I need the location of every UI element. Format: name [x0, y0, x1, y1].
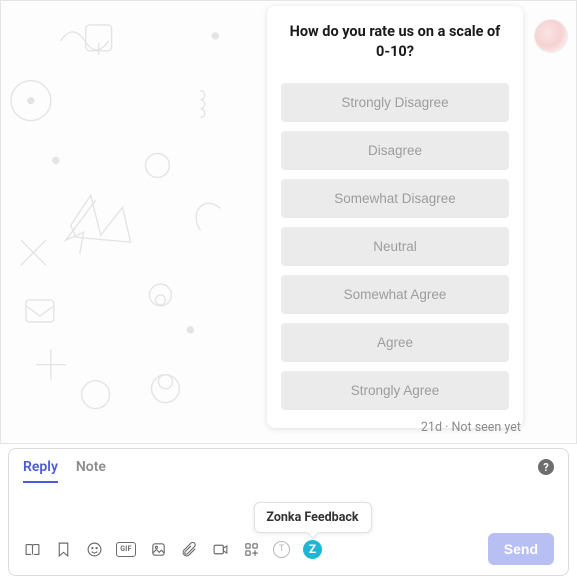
chat-area: How do you rate us on a scale of 0-10? S…: [0, 0, 577, 444]
option-strongly-disagree[interactable]: Strongly Disagree: [281, 83, 509, 122]
text-icon[interactable]: T: [273, 541, 290, 558]
help-icon[interactable]: ?: [538, 459, 554, 475]
option-disagree[interactable]: Disagree: [281, 131, 509, 170]
composer-toolbar: GIF T Z Zonka Feedback Send: [23, 533, 554, 565]
zonka-icon[interactable]: Z Zonka Feedback: [303, 540, 322, 559]
tab-note[interactable]: Note: [76, 459, 106, 483]
attachment-icon[interactable]: [180, 540, 198, 558]
send-button[interactable]: Send: [488, 533, 554, 565]
composer-tabs: Reply Note ?: [9, 449, 568, 483]
zonka-tooltip: Zonka Feedback: [253, 502, 371, 533]
book-icon[interactable]: [23, 540, 41, 558]
emoji-icon[interactable]: [85, 540, 103, 558]
gif-icon[interactable]: GIF: [116, 542, 136, 557]
bookmark-icon[interactable]: [54, 540, 72, 558]
tool-icons: GIF T Z Zonka Feedback: [23, 540, 322, 559]
seen-status: Not seen yet: [451, 420, 521, 435]
image-icon[interactable]: [149, 540, 167, 558]
apps-icon[interactable]: [242, 540, 260, 558]
video-icon[interactable]: [211, 540, 229, 558]
option-somewhat-disagree[interactable]: Somewhat Disagree: [281, 179, 509, 218]
survey-card: How do you rate us on a scale of 0-10? S…: [267, 6, 523, 428]
timestamp: 21d: [421, 420, 442, 435]
option-strongly-agree[interactable]: Strongly Agree: [281, 371, 509, 410]
option-neutral[interactable]: Neutral: [281, 227, 509, 266]
composer: Reply Note ? GIF T Z Zonka Feedback Send: [8, 448, 569, 576]
option-agree[interactable]: Agree: [281, 323, 509, 362]
message-meta: 21d · Not seen yet: [421, 420, 521, 435]
option-somewhat-agree[interactable]: Somewhat Agree: [281, 275, 509, 314]
tab-reply[interactable]: Reply: [23, 459, 58, 483]
avatar[interactable]: [534, 19, 568, 53]
survey-title: How do you rate us on a scale of 0-10?: [281, 22, 509, 63]
